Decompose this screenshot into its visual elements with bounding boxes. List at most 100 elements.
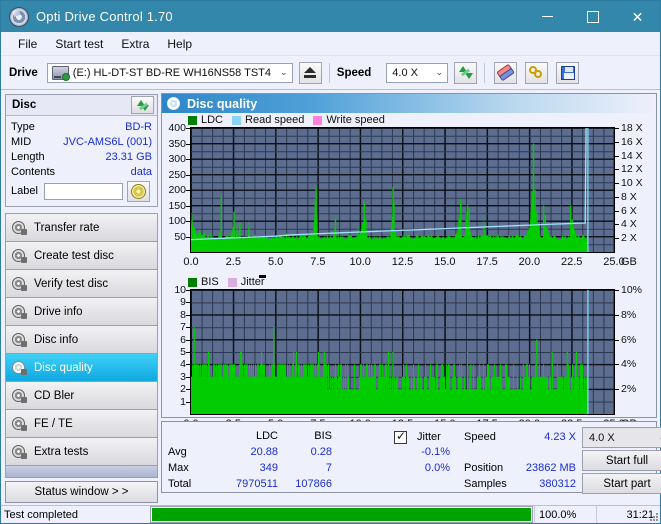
sidebar-item-transfer-rate[interactable]: Transfer rate [6, 214, 157, 242]
sidebar-item-fe-te[interactable]: FE / TE [6, 410, 157, 438]
sidebar-item-disc-quality[interactable]: Disc quality [6, 354, 157, 382]
maximize-button[interactable] [570, 1, 615, 32]
legend-item-ldc: LDC [188, 114, 223, 126]
stats-row-label-avg: Avg [168, 446, 187, 458]
x-axis-tick: 0.0 [183, 256, 199, 268]
sidebar-item-label: Transfer rate [34, 221, 100, 234]
sidebar-item-label: Extra tests [34, 445, 89, 458]
legend-item-read-speed: Read speed [232, 114, 304, 126]
chain-icon [528, 65, 545, 80]
refresh-icon [136, 99, 149, 111]
disc-row-key: MID [11, 135, 32, 148]
y-axis-tick: 10 [174, 284, 186, 296]
disc-label-button[interactable] [126, 180, 150, 202]
cd-icon [130, 183, 146, 199]
y-tick-mark [186, 290, 190, 291]
minimize-button[interactable] [525, 1, 570, 32]
legend-swatch [232, 115, 242, 125]
app-icon [9, 6, 29, 27]
disc-quality-icon [167, 97, 180, 110]
start-full-button[interactable]: Start full [582, 450, 661, 471]
sidebar-item-drive-info[interactable]: Drive info [6, 298, 157, 326]
y2-axis-tick: 16 X [621, 135, 643, 148]
y2-tick-mark [615, 364, 619, 366]
disc-icon [11, 276, 27, 291]
x-axis-tick: 15.0 [434, 256, 456, 268]
link-button[interactable] [525, 61, 549, 84]
y-tick-mark [186, 376, 190, 378]
sidebar-item-extra-tests[interactable]: Extra tests [6, 438, 157, 466]
stats-avg-bis: 0.28 [310, 446, 332, 458]
y2-axis-tick: 14 X [621, 149, 643, 162]
sidebar-item-label: CD Bler [34, 389, 75, 402]
sidebar-item-label: Verify test disc [34, 277, 109, 290]
refresh-icon [458, 66, 473, 79]
erase-button[interactable] [494, 61, 518, 84]
sidebar-item-disc-info[interactable]: Disc info [6, 326, 157, 354]
drive-select[interactable]: (E:) HL-DT-ST BD-RE WH16NS58 TST4 ⌄ [46, 62, 293, 83]
menu-start-test[interactable]: Start test [46, 35, 112, 53]
status-window-button[interactable]: Status window > > [5, 481, 158, 503]
disc-row-contents: Contents data [11, 164, 152, 179]
legend-label: Write speed [326, 114, 385, 126]
disc-label-input[interactable] [43, 182, 123, 200]
page-title: Disc quality [187, 96, 258, 111]
title-bar: Opti Drive Control 1.70 ✕ [1, 1, 660, 32]
refresh-button[interactable] [454, 61, 478, 84]
y2-tick-mark [615, 169, 619, 171]
y-tick-mark [186, 190, 190, 191]
legend-swatch [313, 115, 323, 125]
start-part-button[interactable]: Start part [582, 473, 661, 494]
x-axis-tick: 22.5 [560, 256, 583, 268]
y2-tick-mark [615, 224, 619, 226]
window-controls: ✕ [525, 1, 660, 32]
disc-row-key: Length [11, 150, 45, 163]
disc-quality-panel: Disc quality LDC Read speed Write speed [161, 93, 657, 430]
bis-chart-axes: 123456789102%4%6%8%10%0.02.55.07.510.012… [162, 284, 656, 437]
y2-tick-mark [615, 183, 619, 185]
save-button[interactable] [556, 61, 580, 84]
progress-bar [150, 506, 533, 523]
app-window: Opti Drive Control 1.70 ✕ File Start tes… [0, 0, 661, 524]
toolbar-speed-select[interactable]: 4.0 X ⌄ [386, 62, 449, 83]
y-tick-mark [186, 339, 190, 341]
bis-chart-wrap: 123456789102%4%6%8%10%0.02.55.07.510.012… [162, 284, 656, 437]
sidebar-item-create-test-disc[interactable]: Create test disc [6, 242, 157, 270]
y-tick-mark [186, 401, 190, 403]
y-axis-tick: 350 [168, 137, 186, 150]
y-axis-tick: 200 [168, 184, 186, 196]
jitter-checkbox[interactable] [394, 429, 407, 444]
y2-axis-tick: 10 X [621, 177, 643, 190]
stats-avg-jitter: -0.1% [421, 446, 450, 458]
y2-axis-tick: 4% [621, 358, 637, 371]
x-axis-tick: 17.5 [476, 256, 498, 268]
legend-swatch [188, 115, 197, 125]
eject-icon [304, 67, 317, 78]
info-label-samples: Samples [464, 478, 507, 490]
bis-chart-legend: BIS Jitter [162, 275, 656, 289]
y2-axis-tick: 18 X [621, 122, 643, 134]
y-axis-tick: 250 [168, 168, 186, 181]
y2-tick-mark [615, 196, 619, 198]
y2-axis-tick: 8% [621, 308, 637, 321]
sidebar-item-label: Disc info [34, 333, 79, 346]
eject-button[interactable] [298, 61, 322, 84]
menu-help[interactable]: Help [158, 35, 201, 53]
y2-axis-tick: 2 X [621, 232, 637, 245]
sidebar-item-cd-bler[interactable]: CD Bler [6, 382, 157, 410]
nav-spacer [6, 466, 157, 478]
info-label-speed: Speed [464, 431, 496, 443]
stats-avg-ldc: 20.88 [250, 446, 278, 458]
disc-refresh-button[interactable] [131, 96, 154, 114]
y-axis-tick: 300 [168, 153, 186, 165]
legend-label: LDC [201, 114, 224, 126]
resize-grip-icon[interactable] [648, 511, 658, 521]
close-button[interactable]: ✕ [615, 1, 660, 32]
stats-col-header-bis: BIS [314, 430, 332, 442]
stats-row-label-total: Total [168, 478, 192, 490]
menu-extra[interactable]: Extra [112, 35, 158, 53]
legend-label: BIS [201, 276, 219, 288]
menu-file[interactable]: File [9, 35, 46, 53]
stats-speed-select[interactable]: 4.0 X ⌄ [582, 427, 661, 448]
sidebar-item-verify-test-disc[interactable]: Verify test disc [6, 270, 157, 298]
